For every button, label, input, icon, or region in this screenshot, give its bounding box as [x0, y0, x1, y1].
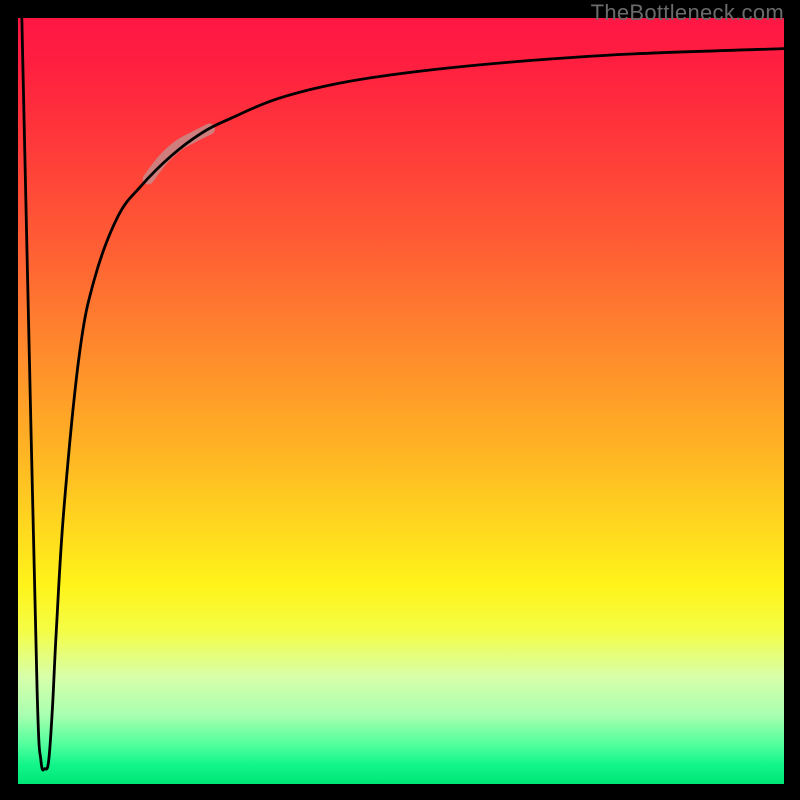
chart-container: TheBottleneck.com	[0, 0, 800, 800]
gradient-background	[18, 18, 784, 784]
plot-area	[18, 18, 784, 784]
watermark-text: TheBottleneck.com	[591, 0, 784, 26]
